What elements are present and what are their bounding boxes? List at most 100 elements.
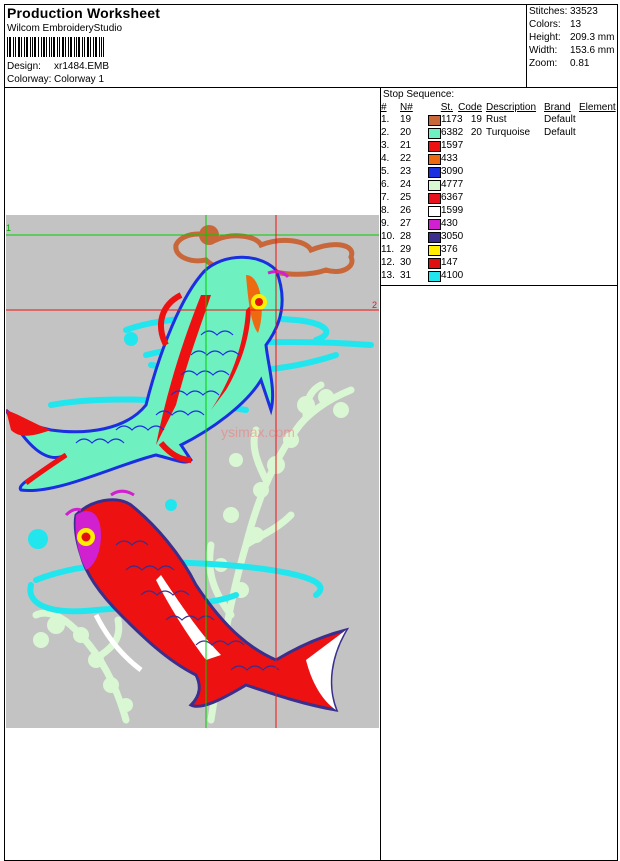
stitch-count: 1599 [428, 204, 463, 217]
color-swatch [428, 140, 441, 152]
color-swatch [428, 192, 441, 204]
thread-brand [544, 256, 579, 269]
guide-marker-2: 2 [372, 300, 377, 310]
design-preview: 1 2 ysimax.com [4, 215, 379, 728]
thread-brand [544, 152, 579, 165]
table-row: 8. 26 1599 [381, 204, 619, 217]
stitch-count: 3090 [428, 165, 463, 178]
col-brand: Brand [544, 101, 571, 113]
col-code: Code [458, 101, 482, 113]
color-swatch [428, 127, 441, 139]
color-swatch [428, 231, 441, 243]
software-name: Wilcom EmbroideryStudio [7, 23, 123, 34]
stitch-count: 1597 [428, 139, 463, 152]
thread-brand [544, 165, 579, 178]
stat-stitches: Stitches: 33523 [529, 6, 598, 17]
thread-brand [544, 243, 579, 256]
barcode-icon [7, 37, 104, 57]
stitch-count: 147 [428, 256, 458, 269]
thread-brand [544, 269, 579, 282]
table-row: 11. 29 376 [381, 243, 619, 256]
table-row: 9. 27 430 [381, 217, 619, 230]
right-column-border [380, 285, 618, 861]
element-value [579, 243, 619, 256]
watermark-text: ysimax.com [221, 424, 295, 440]
thread-description: Turquoise [486, 127, 531, 138]
needle-number: 20 [400, 127, 412, 138]
row-number: 7. [381, 192, 390, 203]
thread-description [482, 256, 544, 269]
design-label: Design: [7, 61, 41, 72]
table-row: 2. 20 6382 20 Turquoise Default [381, 126, 619, 139]
thread-brand [544, 217, 579, 230]
colorway-value: Colorway 1 [54, 74, 105, 85]
stitch-count: 6367 [428, 191, 463, 204]
color-swatch [428, 257, 441, 269]
stitch-count: 1173 [428, 113, 463, 126]
thread-brand [544, 191, 579, 204]
needle-number: 24 [400, 179, 412, 190]
page-title: Production Worksheet [7, 5, 161, 21]
table-header-row: # N# St. Code Description Brand Element [381, 101, 619, 113]
table-row: 4. 22 433 [381, 152, 619, 165]
needle-number: 23 [400, 166, 412, 177]
table-row: 7. 25 6367 [381, 191, 619, 204]
thread-description: Rust [486, 114, 507, 125]
row-number: 12. [381, 257, 395, 268]
thread-brand: Default [544, 127, 576, 138]
stitch-count: 430 [428, 217, 458, 230]
col-needle: N# [400, 101, 413, 113]
needle-number: 19 [400, 114, 412, 125]
element-value [579, 256, 619, 269]
color-swatch [428, 270, 441, 282]
thread-brand [544, 230, 579, 243]
row-number: 1. [381, 114, 390, 125]
row-number: 8. [381, 205, 390, 216]
table-row: 10. 28 3050 [381, 230, 619, 243]
guide-marker-1: 1 [6, 223, 11, 233]
thread-description [482, 191, 544, 204]
element-value [579, 269, 619, 282]
stitch-count: 4100 [428, 269, 463, 282]
table-row: 12. 30 147 [381, 256, 619, 269]
needle-number: 22 [400, 153, 412, 164]
stat-width: Width: 153.6 mm [529, 45, 615, 56]
col-element: Element [579, 101, 616, 113]
color-swatch [428, 114, 441, 126]
element-value [579, 139, 619, 152]
stop-sequence-table: # N# St. Code Description Brand Element … [381, 101, 619, 282]
color-swatch [428, 244, 441, 256]
thread-description [482, 165, 544, 178]
stitch-count: 376 [428, 243, 458, 256]
element-value [579, 126, 619, 139]
upper-koi [4, 255, 290, 493]
color-swatch [428, 166, 441, 178]
needle-number: 27 [400, 218, 412, 229]
table-row: 3. 21 1597 [381, 139, 619, 152]
needle-number: 26 [400, 205, 412, 216]
thread-description [482, 217, 544, 230]
element-value [579, 113, 619, 126]
element-value [579, 152, 619, 165]
thread-description [482, 269, 544, 282]
stop-sequence-title: Stop Sequence: [383, 89, 455, 100]
row-number: 6. [381, 179, 390, 190]
row-number: 4. [381, 153, 390, 164]
color-swatch [428, 179, 441, 191]
needle-number: 25 [400, 192, 412, 203]
row-number: 5. [381, 166, 390, 177]
stitch-count: 3050 [428, 230, 463, 243]
col-stitches: St. [440, 101, 453, 113]
stitch-count: 4777 [428, 178, 463, 191]
table-row: 1. 19 1173 19 Rust Default [381, 113, 619, 126]
row-number: 9. [381, 218, 390, 229]
stat-zoom: Zoom: 0.81 [529, 58, 590, 69]
design-value: xr1484.EMB [54, 61, 110, 72]
element-value [579, 217, 619, 230]
color-swatch [428, 153, 441, 165]
stat-height: Height: 209.3 mm [529, 32, 615, 43]
table-row: 5. 23 3090 [381, 165, 619, 178]
element-value [579, 165, 619, 178]
stat-colors: Colors: 13 [529, 19, 582, 30]
thread-description [482, 152, 544, 165]
